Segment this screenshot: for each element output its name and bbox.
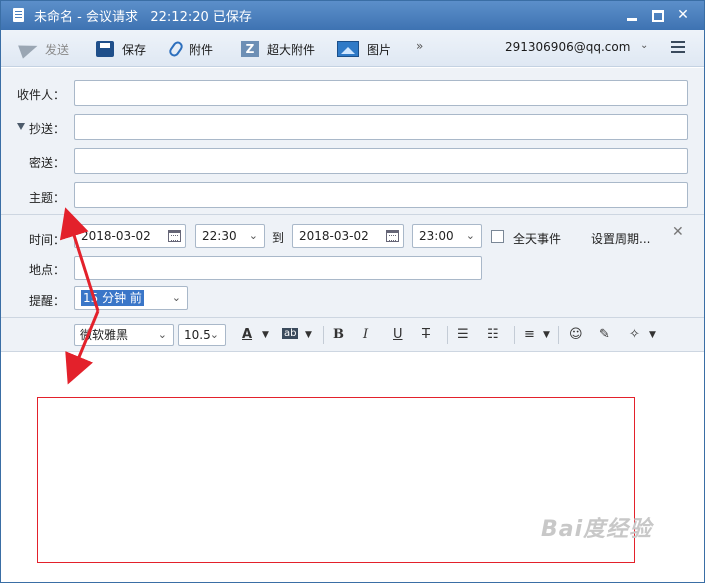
magic-wand-icon[interactable]: ✧ xyxy=(629,327,640,342)
close-window-button[interactable]: ✕ xyxy=(672,5,694,25)
start-date-input[interactable]: 2018-03-02 xyxy=(74,224,186,248)
dropdown-arrow-icon[interactable]: ▼ xyxy=(305,330,312,340)
title-bar: 未命名 - 会议请求 22:12:20 已保存 ✕ xyxy=(1,1,704,30)
to-input[interactable] xyxy=(74,80,688,106)
expand-triangle-icon[interactable] xyxy=(17,123,25,130)
dropdown-arrow-icon[interactable]: ▼ xyxy=(543,330,550,340)
align-icon[interactable]: ≡ xyxy=(524,327,535,342)
location-input[interactable] xyxy=(74,256,482,280)
minimize-button[interactable] xyxy=(621,5,643,25)
picture-icon xyxy=(337,41,359,57)
numbered-list-icon[interactable]: ☷ xyxy=(487,327,499,342)
more-tools-button[interactable]: » xyxy=(416,39,423,53)
end-date-input[interactable]: 2018-03-02 xyxy=(292,224,404,248)
reminder-select[interactable]: 15 分钟 前 ⌄ xyxy=(74,286,188,310)
recurrence-link[interactable]: 设置周期... xyxy=(591,230,650,247)
format-toolbar: 微软雅黑 ⌄ 10.5 ⌄ A ▼ ab ▼ B I U T ☰ ☷ ≡ ▼ ☺… xyxy=(1,318,704,352)
attach-button[interactable]: 附件 xyxy=(167,39,213,59)
chevron-down-icon: ⌄ xyxy=(157,328,167,341)
document-icon xyxy=(13,8,24,22)
underline-icon[interactable]: U xyxy=(393,327,403,342)
end-time-select[interactable]: 23:00 ⌄ xyxy=(412,224,482,248)
account-selector[interactable]: 291306906@qq.com xyxy=(505,40,630,54)
main-toolbar: 发送 保存 附件 Z 超大附件 图片 » 291306906@qq.com ⌄ xyxy=(1,30,704,67)
paperclip-icon xyxy=(167,39,185,59)
watermark-logo: Bai度经验 xyxy=(541,517,653,542)
to-label: 收件人： xyxy=(17,88,66,102)
dropdown-arrow-icon[interactable]: ▼ xyxy=(262,330,269,340)
subject-input[interactable] xyxy=(74,182,688,208)
menu-icon[interactable] xyxy=(671,41,685,53)
subject-label: 主题： xyxy=(29,191,66,205)
calendar-icon[interactable] xyxy=(168,230,181,242)
send-icon xyxy=(19,41,37,57)
calendar-icon[interactable] xyxy=(386,230,399,242)
bold-icon[interactable]: B xyxy=(333,327,344,342)
chevron-down-icon: ⌄ xyxy=(171,291,181,304)
window-title: 未命名 - 会议请求 22:12:20 已保存 xyxy=(34,10,252,25)
emoji-icon[interactable]: ☺ xyxy=(569,327,583,342)
meeting-section: 时间： 2018-03-02 22:30 ⌄ 到 2018-03-02 23:0… xyxy=(1,215,704,318)
bcc-input[interactable] xyxy=(74,148,688,174)
save-icon xyxy=(96,41,114,57)
saved-status: 22:12:20 已保存 xyxy=(150,10,252,25)
all-day-checkbox[interactable] xyxy=(491,230,504,243)
strikethrough-icon[interactable]: T xyxy=(422,327,430,342)
save-button[interactable]: 保存 xyxy=(96,39,146,59)
bullet-list-icon[interactable]: ☰ xyxy=(457,327,469,342)
cc-input[interactable] xyxy=(74,114,688,140)
chevron-down-icon[interactable]: ⌄ xyxy=(640,40,648,51)
to-separator-label: 到 xyxy=(272,231,285,245)
maximize-button[interactable] xyxy=(646,5,668,25)
format-brush-icon[interactable]: ✎ xyxy=(599,327,610,342)
address-fields: 收件人： 抄送： 密送： 主题： xyxy=(1,68,704,215)
font-color-icon[interactable]: A xyxy=(242,327,252,342)
chevron-down-icon: ⌄ xyxy=(209,328,219,341)
close-meeting-icon[interactable]: ✕ xyxy=(672,224,684,240)
big-attach-button[interactable]: Z 超大附件 xyxy=(241,39,315,59)
font-family-select[interactable]: 微软雅黑 ⌄ xyxy=(74,324,174,346)
font-size-select[interactable]: 10.5 ⌄ xyxy=(178,324,226,346)
dropdown-arrow-icon[interactable]: ▼ xyxy=(649,330,656,340)
all-day-label: 全天事件 xyxy=(513,232,562,246)
bcc-label: 密送： xyxy=(29,156,66,170)
send-button[interactable]: 发送 xyxy=(19,39,69,59)
time-label: 时间： xyxy=(29,233,66,247)
italic-icon[interactable]: I xyxy=(363,327,368,342)
message-body-editor[interactable] xyxy=(1,353,704,582)
chevron-down-icon: ⌄ xyxy=(465,229,475,242)
cc-label: 抄送： xyxy=(29,122,66,136)
location-label: 地点： xyxy=(29,263,66,277)
start-time-select[interactable]: 22:30 ⌄ xyxy=(195,224,265,248)
big-attachment-icon: Z xyxy=(241,41,259,57)
meeting-request-window: 未命名 - 会议请求 22:12:20 已保存 ✕ 发送 保存 附件 Z 超大附… xyxy=(0,0,705,583)
reminder-label: 提醒： xyxy=(29,294,66,308)
chevron-down-icon: ⌄ xyxy=(248,229,258,242)
highlight-color-icon[interactable]: ab xyxy=(282,328,299,339)
picture-button[interactable]: 图片 xyxy=(337,39,391,59)
